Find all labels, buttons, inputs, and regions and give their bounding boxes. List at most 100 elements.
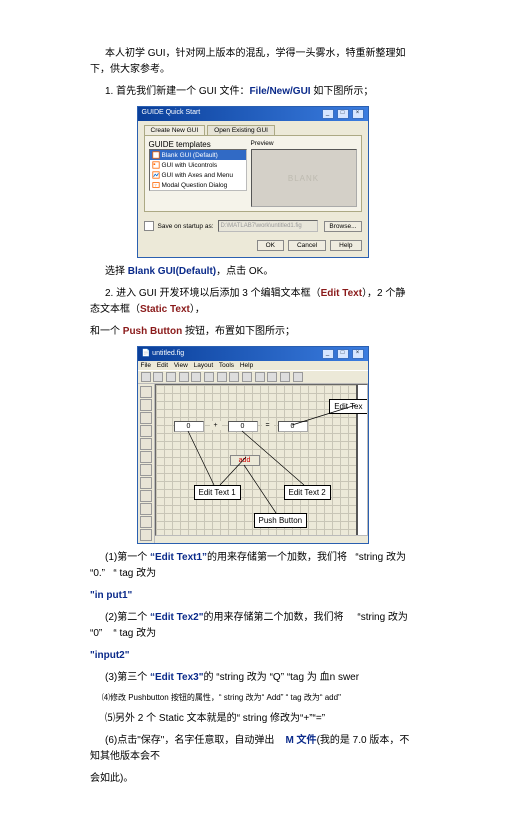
- window-buttons: _ □ ×: [321, 349, 364, 359]
- txt: “tag 为 血n swer: [284, 672, 359, 683]
- callout-push-button: Push Button: [254, 513, 308, 528]
- static-eq: =: [262, 421, 274, 430]
- template-item[interactable]: GUI with Axes and Menu: [150, 170, 246, 180]
- preview-box: BLANK: [251, 149, 357, 207]
- app-icon: 📄: [142, 350, 151, 357]
- palette-panel-icon[interactable]: [140, 529, 152, 541]
- template-icon: [152, 161, 160, 169]
- menu-item[interactable]: Layout: [194, 362, 214, 369]
- preview-text: BLANK: [288, 174, 319, 183]
- menubar: File Edit View Layout Tools Help: [138, 361, 368, 370]
- template-label: Blank GUI (Default): [162, 152, 218, 159]
- edit-text-2[interactable]: 0: [228, 421, 258, 432]
- bullet-1b: "in put1": [90, 588, 415, 604]
- edit-text-1[interactable]: 0: [174, 421, 204, 432]
- toolbar-copy-icon[interactable]: [191, 372, 201, 382]
- menu-item[interactable]: View: [174, 362, 188, 369]
- figure-guide-quick-start: GUIDE Quick Start _ □ × Create New GUI O…: [137, 106, 369, 258]
- minimize-icon[interactable]: _: [322, 349, 334, 359]
- txt: “string 改为: [216, 672, 269, 683]
- toolbar-undo-icon[interactable]: [217, 372, 227, 382]
- toolbar-open-icon[interactable]: [153, 372, 163, 382]
- cmd: File/New/GUI: [249, 86, 313, 97]
- txt: 本人初学 GUI，针对网上版本的混乱，学得一头雾水，特重新整理如下，供大家参考。: [90, 48, 406, 75]
- txt: (3)第三个: [105, 672, 150, 683]
- txt: 会如此)。: [90, 773, 133, 784]
- save-path[interactable]: D:\MATLAB7\work\untitled1.fig: [218, 220, 319, 232]
- panel: GUIDE templates Blank GUI (Default) GUI …: [144, 135, 362, 212]
- minimize-icon[interactable]: _: [322, 109, 334, 119]
- toolbar-cut-icon[interactable]: [179, 372, 189, 382]
- txt: Static Text: [140, 304, 190, 315]
- toolbar-align-icon[interactable]: [242, 372, 252, 382]
- txt: ），: [190, 304, 205, 315]
- template-label: Modal Question Dialog: [162, 182, 228, 189]
- palette-axes-icon[interactable]: [140, 516, 152, 528]
- toolbar-save-icon[interactable]: [166, 372, 176, 382]
- toolbar-run-icon[interactable]: [293, 372, 303, 382]
- bullet-1: (1)第一个 “Edit Text1”的用来存储第一个加数，我们将 “strin…: [90, 550, 415, 582]
- toolbar-obj-icon[interactable]: [280, 372, 290, 382]
- txt: 和一个: [90, 326, 123, 337]
- txt: (1)第一个: [105, 552, 150, 563]
- palette-edit-icon[interactable]: [140, 451, 152, 463]
- toolbar-editor-icon[interactable]: [255, 372, 265, 382]
- callout-edit-text-1: Edit Text 1: [194, 485, 241, 500]
- para-select-blank: 选择 Blank GUI(Default)，点击 OK。: [90, 264, 415, 280]
- push-button-add[interactable]: add: [230, 455, 260, 466]
- palette-popup-icon[interactable]: [140, 477, 152, 489]
- palette-toggle-icon[interactable]: [140, 503, 152, 515]
- palette-pushbutton-icon[interactable]: [140, 399, 152, 411]
- palette-radio-icon[interactable]: [140, 425, 152, 437]
- template-item[interactable]: GUI with Uicontrols: [150, 160, 246, 170]
- maximize-icon[interactable]: □: [337, 349, 349, 359]
- toolbar-new-icon[interactable]: [141, 372, 151, 382]
- txt: “ add": [320, 693, 341, 702]
- browse-button[interactable]: Browse...: [324, 221, 361, 232]
- toolbar: [138, 370, 368, 384]
- menu-item[interactable]: Help: [240, 362, 253, 369]
- txt: “ string 改为: [219, 693, 262, 702]
- palette-checkbox-icon[interactable]: [140, 438, 152, 450]
- txt: (6)点击"保存"，名字任意取，自动弹出: [105, 735, 274, 746]
- close-icon[interactable]: ×: [352, 109, 364, 119]
- close-icon[interactable]: ×: [352, 349, 364, 359]
- bullet-3: (3)第三个 “Edit Tex3"的 “string 改为 “Q” “tag …: [90, 670, 415, 686]
- window-buttons: _ □ ×: [321, 109, 364, 119]
- txt: 按钮，布置如下图所示；: [182, 326, 295, 337]
- tab-open-existing[interactable]: Open Existing GUI: [207, 125, 275, 135]
- palette-static-icon[interactable]: [140, 464, 152, 476]
- tab-create-new[interactable]: Create New GUI: [144, 125, 206, 135]
- menu-item[interactable]: Edit: [157, 362, 168, 369]
- ok-button[interactable]: OK: [257, 240, 284, 251]
- template-item[interactable]: ? Modal Question Dialog: [150, 180, 246, 190]
- toolbar-redo-icon[interactable]: [229, 372, 239, 382]
- save-checkbox[interactable]: [144, 221, 154, 231]
- txt: “Q”: [270, 672, 284, 683]
- cancel-button[interactable]: Cancel: [288, 240, 326, 251]
- para-step2b: 和一个 Push Button 按钮，布置如下图所示；: [90, 324, 415, 340]
- help-button[interactable]: Help: [330, 240, 361, 251]
- toolbar-prop-icon[interactable]: [267, 372, 277, 382]
- palette-select-icon[interactable]: [140, 386, 152, 398]
- callout-edit-text-3: Edit Tex: [329, 399, 367, 414]
- edit-text-3[interactable]: 0: [278, 421, 308, 432]
- menu-item[interactable]: Tools: [219, 362, 234, 369]
- txt: 的用来存储第一个加数，我们将: [207, 552, 350, 563]
- preview-pane: Preview BLANK: [251, 140, 357, 207]
- toolbar-paste-icon[interactable]: [204, 372, 214, 382]
- txt: ⑷修改 Pushbutton 按钮的属性，: [102, 693, 219, 702]
- para-step1: 1. 首先我们新建一个 GUI 文件：File/New/GUI 如下图所示；: [90, 84, 415, 100]
- txt: Edit Text: [321, 288, 362, 299]
- txt: 2. 进入 GUI 开发环境以后添加 3 个编辑文本框（: [105, 288, 321, 299]
- txt: “Edit Text1”: [150, 552, 207, 563]
- templates-list[interactable]: Blank GUI (Default) GUI with Uicontrols …: [149, 149, 247, 191]
- canvas[interactable]: 0 + 0 = 0 add Edit Tex Edit Text 1 Edit …: [155, 384, 368, 536]
- window-title: GUIDE Quick Start: [142, 109, 201, 119]
- template-item[interactable]: Blank GUI (Default): [150, 150, 246, 160]
- palette-listbox-icon[interactable]: [140, 490, 152, 502]
- maximize-icon[interactable]: □: [337, 109, 349, 119]
- static-plus: +: [210, 421, 222, 430]
- palette-slider-icon[interactable]: [140, 412, 152, 424]
- menu-item[interactable]: File: [141, 362, 151, 369]
